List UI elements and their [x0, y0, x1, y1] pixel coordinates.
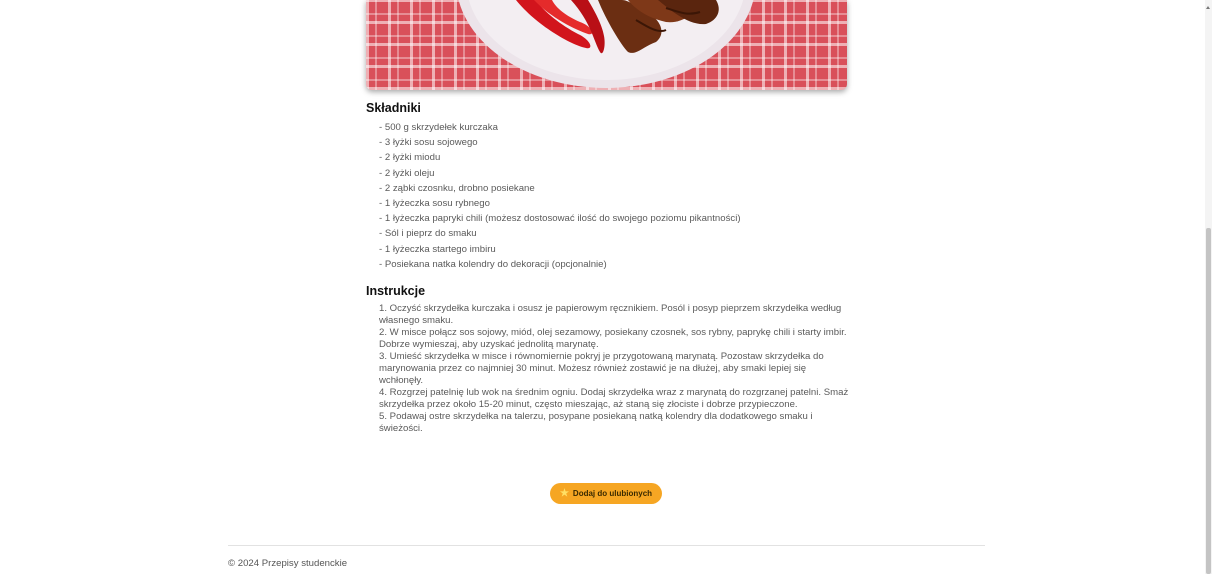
ingredient-item: - 1 łyżeczka papryki chili (możesz dosto…	[379, 213, 741, 225]
ingredients-heading: Składniki	[366, 101, 421, 115]
ingredient-item: - Posiekana natka kolendry do dekoracji …	[379, 258, 607, 270]
ingredient-item: - Sól i pieprz do smaku	[379, 228, 477, 240]
ingredient-item: - 2 łyżki oleju	[379, 167, 435, 179]
instruction-step: 2. W misce połącz sos sojowy, miód, olej…	[379, 327, 847, 350]
ingredients-list: - 500 g skrzydełek kurczaka - 3 łyżki so…	[379, 120, 741, 272]
ingredient-item: - 1 łyżeczka sosu rybnego	[379, 197, 490, 209]
ingredient-item: - 2 ząbki czosnku, drobno posiekane	[379, 182, 535, 194]
scroll-up-arrow-icon[interactable]	[1206, 6, 1210, 9]
recipe-image	[366, 0, 847, 90]
instructions-heading: Instrukcje	[366, 284, 426, 298]
star-icon: ★	[559, 487, 569, 499]
ingredient-item: - 500 g skrzydełek kurczaka	[379, 122, 498, 133]
footer-copyright: © 2024 Przepisy studenckie	[228, 558, 348, 569]
ingredient-item: - 1 łyżeczka startego imbiru	[379, 243, 496, 255]
instruction-step: 3. Umieść skrzydełka w misce i równomier…	[379, 351, 824, 386]
instructions-list: 1. Oczyść skrzydełka kurczaka i osusz je…	[379, 303, 849, 436]
instruction-step: 5. Podawaj ostre skrzydełka na talerzu, …	[379, 411, 813, 434]
add-to-favorites-button[interactable]: ★ Dodaj do ulubionych	[550, 483, 662, 504]
add-to-favorites-label: Dodaj do ulubionych	[572, 489, 653, 498]
scrollbar-thumb[interactable]	[1206, 228, 1211, 574]
ingredient-item: - 2 łyżki miodu	[379, 152, 441, 164]
instruction-step: 4. Rozgrzej patelnię lub wok na średnim …	[379, 387, 849, 410]
instruction-step: 1. Oczyść skrzydełka kurczaka i osusz je…	[379, 303, 842, 326]
footer-divider	[228, 545, 985, 546]
ingredient-item: - 3 łyżki sosu sojowego	[379, 137, 478, 149]
plate-with-wings-illustration	[458, 0, 754, 88]
